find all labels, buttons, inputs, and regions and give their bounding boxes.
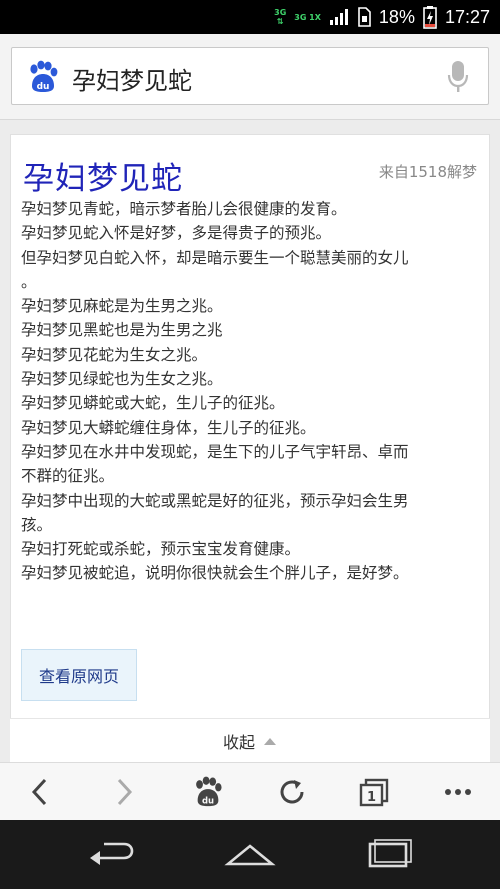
view-original-button[interactable]: 查看原网页 [21,649,137,701]
signal-icon [329,9,348,25]
android-nav-bar [0,820,500,889]
refresh-icon [280,780,304,804]
refresh-button[interactable] [274,775,310,809]
back-icon [31,778,47,806]
result-line: 孕妇打死蛇或杀蛇，预示宝宝发育健康。 [21,540,301,559]
microphone-icon[interactable] [446,60,470,94]
more-icon [445,789,471,795]
result-line: 孕妇梦见黑蛇也是为生男之兆 [21,321,223,340]
nav-home-icon[interactable] [224,838,276,872]
triangle-up-icon [264,737,276,745]
tab-count: 1 [367,790,376,805]
result-line: 孕妇梦见麻蛇是为生男之兆。 [21,297,223,316]
nav-back-icon[interactable] [86,838,138,872]
baidu-paw-icon[interactable]: du [26,60,60,94]
result-line: 孕妇梦见青蛇，暗示梦者胎儿会很健康的发育。 [21,200,347,218]
baidu-home-button[interactable]: du [190,775,226,809]
result-line: 孩。 [21,515,53,534]
battery-charging-icon [423,6,437,29]
result-card: 孕妇梦见蛇 来自1518解梦 孕妇梦见青蛇，暗示梦者胎儿会很健康的发育。 孕妇梦… [10,134,490,754]
baidu-home-icon: du [196,776,222,807]
result-line: 。 [21,272,37,291]
status-bar-right: 3G ⇅ 3G 1X 18% 17:27 [274,4,490,30]
forward-icon [117,778,133,806]
sim-icon [358,7,371,27]
search-query[interactable]: 孕妇梦见蛇 [72,61,192,96]
collapse-button[interactable]: 收起 [10,718,490,762]
result-body: 孕妇梦见青蛇，暗示梦者胎儿会很健康的发育。 孕妇梦见蛇入怀是好梦，多是得贵子的预… [21,197,481,586]
tabs-icon: 1 [359,778,389,807]
result-title[interactable]: 孕妇梦见蛇 [23,153,183,198]
status-bar: 3G ⇅ 3G 1X 18% 17:27 [0,0,500,34]
collapse-label: 收起 [222,732,255,752]
clock: 17:27 [444,6,490,27]
result-line: 孕妇梦见蟒蛇或大蛇，生儿子的征兆。 [21,394,285,413]
nav-recents-icon[interactable] [362,838,414,872]
back-button[interactable] [22,775,58,809]
browser-toolbar: du 1 [0,762,500,820]
result-line: 不群的征兆。 [21,467,115,486]
network-indicator-2: 3G 1X [294,12,321,22]
result-line: 孕妇梦见蛇入怀是好梦，多是得贵子的预兆。 [21,224,332,243]
result-line: 孕妇梦见被蛇追，说明你很快就会生个胖儿子，是好梦。 [21,564,409,583]
forward-button[interactable] [106,775,142,809]
battery-percent: 18% [378,6,415,27]
result-line: 孕妇梦见绿蛇也为生女之兆。 [21,370,223,389]
result-line: 孕妇梦见花蛇为生女之兆。 [21,345,208,364]
result-line: 孕妇梦中出现的大蛇或黑蛇是好的征兆，预示孕妇会生男 [21,491,409,510]
svg-text:du: du [202,795,214,805]
search-input[interactable]: du 孕妇梦见蛇 [11,47,489,105]
tabs-button[interactable]: 1 [356,775,392,809]
result-line: 但孕妇梦见白蛇入怀，却是暗示要生一个聪慧美丽的女儿 [21,248,409,267]
result-source: 来自1518解梦 [378,163,477,181]
result-line: 孕妇梦见在水井中发现蛇，是生下的儿子气宇轩昂、卓而 [21,442,409,461]
network-indicator-1: 3G ⇅ [274,8,287,26]
more-button[interactable] [440,775,476,809]
svg-text:du: du [37,82,50,92]
result-line: 孕妇梦见大蟒蛇缠住身体，生儿子的征兆。 [21,418,316,437]
search-header: du 孕妇梦见蛇 [0,34,500,120]
